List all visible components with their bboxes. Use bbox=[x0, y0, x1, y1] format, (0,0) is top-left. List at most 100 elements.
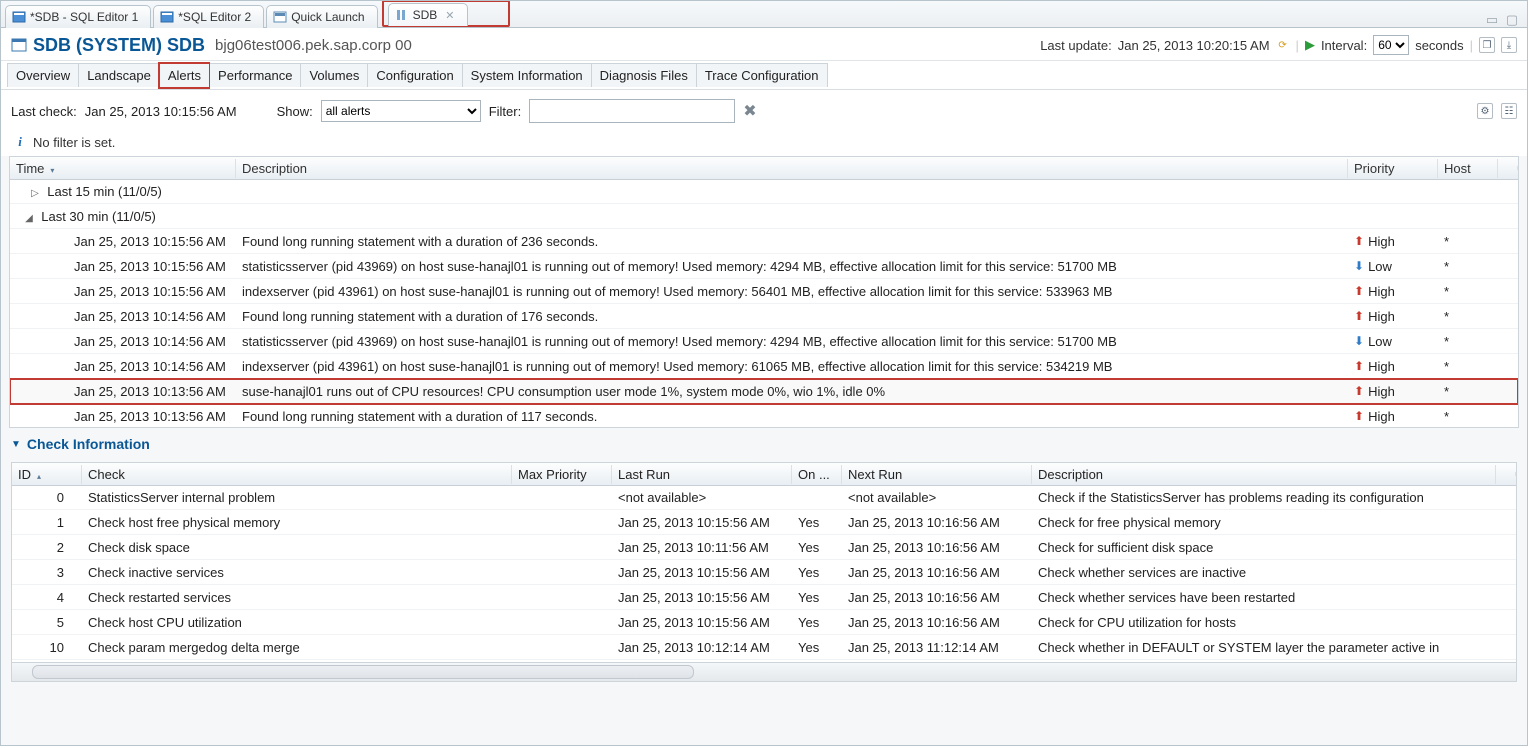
show-select[interactable]: all alerts bbox=[321, 100, 481, 122]
col-time[interactable]: Time▾ bbox=[10, 159, 236, 178]
checks-table-header: ID▴ Check Max Priority Last Run On ... N… bbox=[12, 463, 1516, 486]
details-icon[interactable]: ☷ bbox=[1501, 103, 1517, 119]
configure-icon[interactable]: ⚙ bbox=[1477, 103, 1493, 119]
expand-icon[interactable]: ▷ bbox=[30, 188, 40, 199]
col-on[interactable]: On ... bbox=[792, 465, 842, 484]
interval-select[interactable]: 60 bbox=[1373, 35, 1409, 55]
horizontal-scrollbar[interactable] bbox=[12, 662, 1516, 681]
tab-volumes[interactable]: Volumes bbox=[300, 63, 368, 87]
check-row[interactable]: 0StatisticsServer internal problem<not a… bbox=[12, 485, 1516, 510]
check-desc: Check if the StatisticsServer has proble… bbox=[1032, 488, 1496, 507]
copy-icon[interactable]: ❐ bbox=[1479, 37, 1495, 53]
clear-filter-icon[interactable]: ✖ bbox=[743, 101, 756, 121]
alert-group-row[interactable]: ◢ Last 30 min (11/0/5) bbox=[10, 204, 1518, 229]
editor-tab-label: SDB bbox=[413, 8, 438, 22]
priority-up-icon: ⬆ bbox=[1354, 234, 1364, 248]
col-check[interactable]: Check bbox=[82, 465, 512, 484]
alerts-table-body[interactable]: ▷ Last 15 min (11/0/5) ◢ Last 30 min (11… bbox=[10, 179, 1518, 427]
col-nextrun[interactable]: Next Run bbox=[842, 465, 1032, 484]
check-row[interactable]: 4Check restarted servicesJan 25, 2013 10… bbox=[12, 585, 1516, 610]
highlighted-alerts-tab: Alerts bbox=[158, 62, 210, 89]
alert-row[interactable]: Jan 25, 2013 10:15:56 AMFound long runni… bbox=[10, 229, 1518, 254]
alert-row[interactable]: Jan 25, 2013 10:15:56 AMstatisticsserver… bbox=[10, 254, 1518, 279]
alert-row[interactable]: Jan 25, 2013 10:14:56 AMFound long runni… bbox=[10, 304, 1518, 329]
priority-up-icon: ⬆ bbox=[1354, 359, 1364, 373]
alert-row[interactable]: Jan 25, 2013 10:14:56 AMindexserver (pid… bbox=[10, 354, 1518, 379]
col-id[interactable]: ID▴ bbox=[12, 465, 82, 484]
maximize-icon[interactable]: ▢ bbox=[1505, 13, 1519, 27]
alert-row[interactable]: Jan 25, 2013 10:15:56 AMindexserver (pid… bbox=[10, 279, 1518, 304]
tab-system-information[interactable]: System Information bbox=[462, 63, 592, 87]
alert-description: indexserver (pid 43961) on host suse-han… bbox=[236, 282, 1348, 301]
filter-label: Filter: bbox=[489, 104, 522, 119]
alert-priority: ⬇Low bbox=[1348, 332, 1438, 351]
col-lastrun[interactable]: Last Run bbox=[612, 465, 792, 484]
col-description[interactable]: Description bbox=[236, 159, 1348, 178]
filter-input[interactable] bbox=[529, 99, 735, 123]
play-icon[interactable]: ▶ bbox=[1305, 37, 1315, 53]
alert-time: Jan 25, 2013 10:13:56 AM bbox=[10, 382, 236, 401]
check-info-toggle[interactable]: ▼ Check Information bbox=[11, 436, 1517, 456]
minimize-icon[interactable]: ▭ bbox=[1485, 13, 1499, 27]
scrollbar-handle[interactable] bbox=[32, 665, 694, 679]
editor-tab-label: *SDB - SQL Editor 1 bbox=[30, 10, 138, 24]
tab-trace-configuration[interactable]: Trace Configuration bbox=[696, 63, 828, 87]
alert-time: Jan 25, 2013 10:14:56 AM bbox=[10, 307, 236, 326]
col-desc[interactable]: Description bbox=[1032, 465, 1496, 484]
tab-configuration[interactable]: Configuration bbox=[367, 63, 462, 87]
check-name: Check param mergedog delta merge bbox=[82, 638, 512, 657]
alert-host: * bbox=[1438, 257, 1498, 276]
last-check-label: Last check: bbox=[11, 104, 77, 119]
col-maxpriority[interactable]: Max Priority bbox=[512, 465, 612, 484]
alert-row[interactable]: Jan 25, 2013 10:14:56 AMstatisticsserver… bbox=[10, 329, 1518, 354]
check-on: Yes bbox=[792, 538, 842, 557]
col-priority[interactable]: Priority bbox=[1348, 159, 1438, 178]
last-update-label: Last update: bbox=[1040, 38, 1112, 53]
check-name: Check inactive services bbox=[82, 563, 512, 582]
interval-unit: seconds bbox=[1415, 38, 1463, 53]
check-id: 5 bbox=[12, 613, 82, 632]
priority-up-icon: ⬆ bbox=[1354, 409, 1364, 423]
check-on: Yes bbox=[792, 588, 842, 607]
refresh-icon[interactable]: ⟳ bbox=[1276, 38, 1290, 52]
editor-tab-strip: *SDB - SQL Editor 1 *SQL Editor 2 Quick … bbox=[1, 1, 1527, 28]
check-lastrun: Jan 25, 2013 10:15:56 AM bbox=[612, 588, 792, 607]
alerts-table: Time▾ Description Priority Host ▷ Last 1… bbox=[9, 156, 1519, 428]
close-icon[interactable]: ✕ bbox=[445, 9, 454, 22]
check-row[interactable]: 2Check disk spaceJan 25, 2013 10:11:56 A… bbox=[12, 535, 1516, 560]
tab-overview[interactable]: Overview bbox=[7, 63, 79, 87]
editor-tab-quick-launch[interactable]: Quick Launch bbox=[266, 5, 377, 28]
alert-time: Jan 25, 2013 10:15:56 AM bbox=[10, 257, 236, 276]
check-row[interactable]: 10Check param mergedog delta mergeJan 25… bbox=[12, 635, 1516, 660]
tab-diagnosis-files[interactable]: Diagnosis Files bbox=[591, 63, 697, 87]
check-on: Yes bbox=[792, 513, 842, 532]
check-information-section: ▼ Check Information ID▴ Check Max Priori… bbox=[1, 428, 1527, 682]
system-icon bbox=[11, 37, 27, 53]
alert-row[interactable]: Jan 25, 2013 10:13:56 AMsuse-hanajl01 ru… bbox=[10, 379, 1518, 404]
alert-group-row[interactable]: ▷ Last 15 min (11/0/5) bbox=[10, 179, 1518, 204]
check-row[interactable]: 5Check host CPU utilizationJan 25, 2013 … bbox=[12, 610, 1516, 635]
admin-console-icon bbox=[395, 9, 409, 21]
check-desc: Check whether services are inactive bbox=[1032, 563, 1496, 582]
alert-host: * bbox=[1438, 307, 1498, 326]
tab-landscape[interactable]: Landscape bbox=[78, 63, 159, 87]
col-host[interactable]: Host bbox=[1438, 159, 1498, 178]
info-row: i No filter is set. bbox=[1, 132, 1527, 156]
tab-performance[interactable]: Performance bbox=[210, 63, 301, 87]
checks-table-body[interactable]: 0StatisticsServer internal problem<not a… bbox=[12, 485, 1516, 661]
export-icon[interactable]: ⤓ bbox=[1501, 37, 1517, 53]
page-title-text: SDB (SYSTEM) SDB bbox=[33, 35, 205, 56]
check-lastrun: Jan 25, 2013 10:11:56 AM bbox=[612, 538, 792, 557]
check-row[interactable]: 1Check host free physical memoryJan 25, … bbox=[12, 510, 1516, 535]
host-label: bjg06test006.pek.sap.corp 00 bbox=[215, 37, 412, 54]
show-label: Show: bbox=[277, 104, 313, 119]
editor-tab-sdb-admin[interactable]: SDB ✕ bbox=[388, 3, 468, 26]
tab-alerts[interactable]: Alerts bbox=[160, 64, 209, 87]
collapse-icon[interactable]: ◢ bbox=[24, 213, 34, 224]
editor-tab-sdb-sql1[interactable]: *SDB - SQL Editor 1 bbox=[5, 5, 151, 28]
app-window: *SDB - SQL Editor 1 *SQL Editor 2 Quick … bbox=[0, 0, 1528, 746]
check-row[interactable]: 3Check inactive servicesJan 25, 2013 10:… bbox=[12, 560, 1516, 585]
check-lastrun: Jan 25, 2013 10:15:56 AM bbox=[612, 613, 792, 632]
alert-row[interactable]: Jan 25, 2013 10:13:56 AMFound long runni… bbox=[10, 404, 1518, 427]
editor-tab-sql2[interactable]: *SQL Editor 2 bbox=[153, 5, 264, 28]
